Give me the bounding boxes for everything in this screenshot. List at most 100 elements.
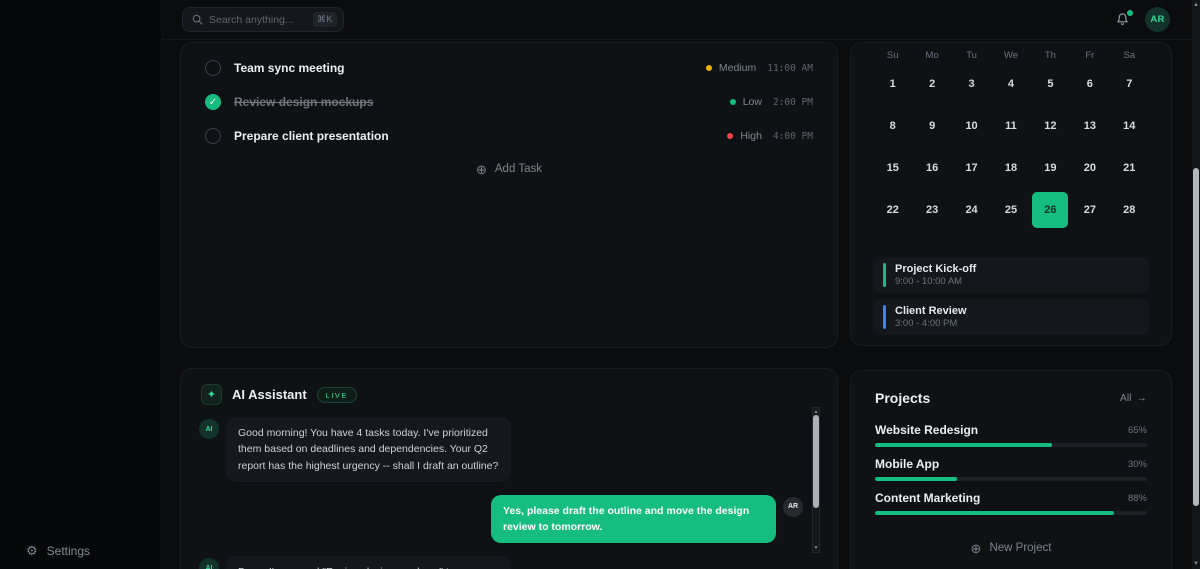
task-time: 4:00 PM [773,131,813,142]
chat-scrollbar-thumb[interactable] [813,415,819,508]
calendar-date-cell[interactable]: 28 [1110,189,1149,231]
calendar-date-cell[interactable]: 12 [1031,105,1070,147]
event-time: 9:00 - 10:00 AM [895,276,976,288]
new-project-label: New Project [989,542,1051,554]
calendar-date: 9 [914,108,950,144]
chat-messages: AI Good morning! You have 4 tasks today.… [197,417,821,569]
calendar-date-cell[interactable]: 20 [1070,147,1109,189]
calendar-date: 12 [1032,108,1068,144]
calendar-date-cell[interactable]: 7 [1110,63,1149,105]
arrow-right-icon: → [1137,392,1148,404]
window-scrollbar-thumb[interactable] [1193,168,1199,506]
calendar-date-cell[interactable]: 15 [873,147,912,189]
scroll-up-icon[interactable]: ▲ [1192,2,1200,8]
event-time: 3:00 - 4:00 PM [895,318,967,330]
project-progress-track [875,511,1147,515]
add-task-label: Add Task [495,163,542,175]
calendar-date: 8 [875,108,911,144]
calendar-date-cell[interactable]: 9 [912,105,951,147]
add-task-button[interactable]: ⊕ Add Task [205,153,813,185]
calendar-event[interactable]: Project Kick-off 9:00 - 10:00 AM [873,257,1149,293]
calendar-date: 26 [1032,192,1068,228]
calendar-date: 3 [954,66,990,102]
calendar-date-cell[interactable]: 2 [912,63,951,105]
calendar-date: 10 [954,108,990,144]
calendar-date-cell[interactable]: 26 [1031,189,1070,231]
calendar-weekday: Su [873,47,912,63]
topbar: Search anything... ⌘K AR [162,0,1192,40]
sidebar-item-settings[interactable]: ⚙ Settings [22,539,94,563]
live-badge: LIVE [317,387,357,403]
task-checkbox[interactable] [205,94,221,110]
calendar-weekday-row: Su Mo Tu We Th Fr Sa [873,47,1149,63]
calendar-date-cell[interactable]: 24 [952,189,991,231]
task-meta: High 4:00 PM [727,130,813,142]
calendar-date: 20 [1072,150,1108,186]
task-list: Team sync meeting Medium 11:00 AM Review… [205,51,813,153]
event-accent-bar [883,305,886,329]
calendar-weekday: Sa [1110,47,1149,63]
calendar-date-cell[interactable]: 17 [952,147,991,189]
project-item: Website Redesign 65% [875,417,1147,451]
calendar-date-cell[interactable]: 25 [991,189,1030,231]
calendar-date-cell[interactable]: 4 [991,63,1030,105]
calendar-date-cell[interactable]: 8 [873,105,912,147]
calendar-date-cell[interactable]: 13 [1070,105,1109,147]
calendar-date-cell[interactable]: 19 [1031,147,1070,189]
calendar-date-cell[interactable]: 6 [1070,63,1109,105]
calendar-date: 13 [1072,108,1108,144]
calendar-date: 11 [993,108,1029,144]
new-project-button[interactable]: ⊕ New Project [875,533,1147,563]
scroll-down-icon[interactable]: ▼ [813,545,819,551]
project-percent: 88% [1128,493,1147,504]
calendar-weekday: Fr [1070,47,1109,63]
calendar-date-cell[interactable]: 11 [991,105,1030,147]
search-input[interactable]: Search anything... ⌘K [182,7,344,32]
project-progress-fill [875,511,1114,515]
gear-icon: ⚙ [26,543,38,559]
calendar-date-cell[interactable]: 1 [873,63,912,105]
search-icon [192,14,203,25]
priority-dot-icon [727,133,733,139]
calendar-date: 22 [875,192,911,228]
search-placeholder: Search anything... [209,14,307,26]
task-row[interactable]: Prepare client presentation High 4:00 PM [205,119,813,153]
task-row[interactable]: Team sync meeting Medium 11:00 AM [205,51,813,85]
calendar-date-cell[interactable]: 27 [1070,189,1109,231]
calendar-date-cell[interactable]: 10 [952,105,991,147]
sidebar: ⚙ Settings [0,0,162,569]
calendar-date: 24 [954,192,990,228]
calendar-date-cell[interactable]: 3 [952,63,991,105]
calendar-date-cell[interactable]: 16 [912,147,951,189]
window-scrollbar[interactable]: ▲ ▼ [1192,0,1200,569]
calendar-date-cell[interactable]: 22 [873,189,912,231]
chat-avatar: AR [783,497,803,517]
scroll-down-icon[interactable]: ▼ [1192,561,1200,567]
projects-all-link[interactable]: All → [1120,392,1147,404]
calendar-event[interactable]: Client Review 3:00 - 4:00 PM [873,299,1149,335]
ai-assistant-header: ✦ AI Assistant LIVE [197,384,821,405]
calendar-date: 16 [914,150,950,186]
chat-scrollbar[interactable]: ▲ ▼ [812,407,820,553]
calendar-date: 25 [993,192,1029,228]
user-avatar[interactable]: AR [1145,7,1170,32]
task-checkbox[interactable] [205,128,221,144]
calendar-date-cell[interactable]: 23 [912,189,951,231]
task-row[interactable]: Review design mockups Low 2:00 PM [205,85,813,119]
calendar-date-cell[interactable]: 5 [1031,63,1070,105]
calendar-date-cell[interactable]: 18 [991,147,1030,189]
priority-dot-icon [730,99,736,105]
calendar-date: 18 [993,150,1029,186]
project-percent: 30% [1128,459,1147,470]
priority-label: High [740,130,762,142]
task-time: 2:00 PM [773,97,813,108]
project-progress-fill [875,443,1052,447]
ai-assistant-panel: ✦ AI Assistant LIVE AI Good morning! You… [180,368,838,569]
task-checkbox[interactable] [205,60,221,76]
notifications-button[interactable] [1115,12,1131,28]
chat-message: AI Done. I've moved "Review design mocku… [199,556,803,569]
project-name: Content Marketing [875,491,980,505]
chat-message: AI Good morning! You have 4 tasks today.… [199,417,803,482]
calendar-date-cell[interactable]: 14 [1110,105,1149,147]
calendar-date-cell[interactable]: 21 [1110,147,1149,189]
